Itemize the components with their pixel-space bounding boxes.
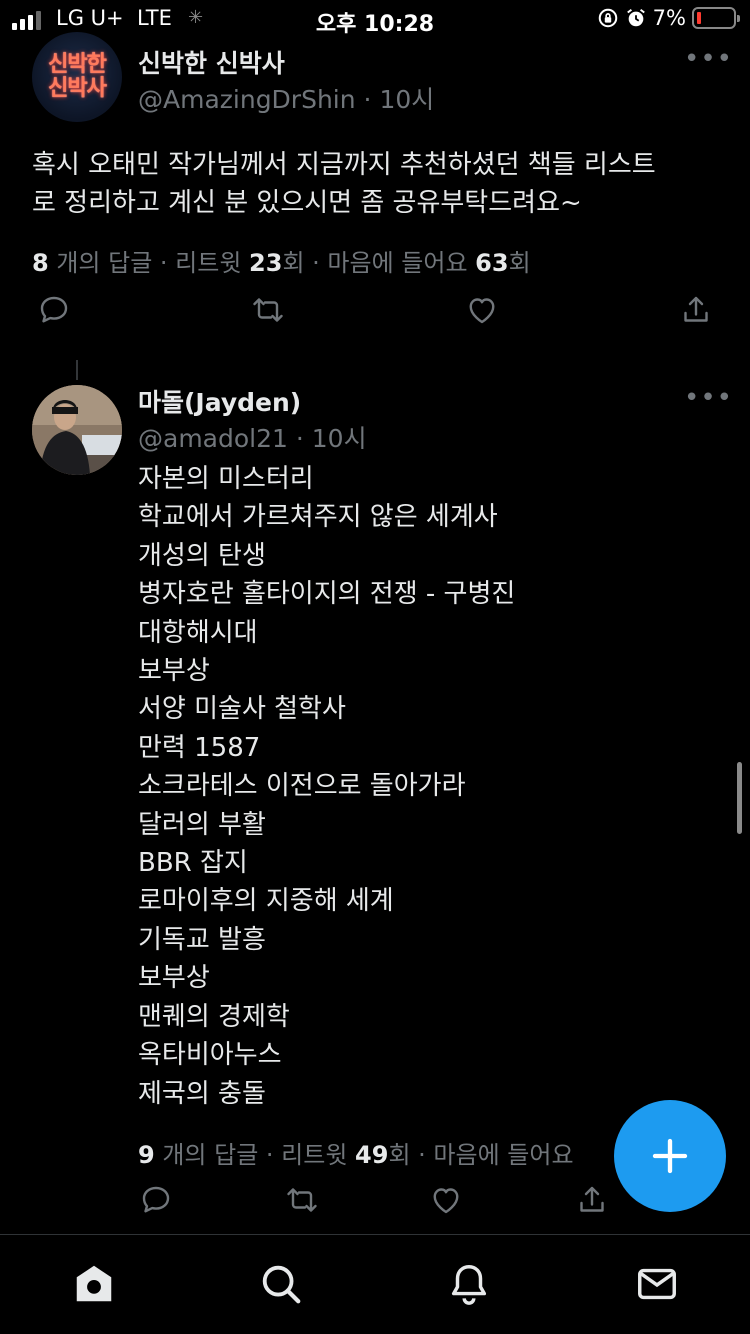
book-title: 서양 미술사 철학사 <box>138 694 346 725</box>
book-title: 학교에서 가르쳐주지 않은 세계사 <box>138 502 498 533</box>
avatar[interactable] <box>32 385 122 475</box>
battery-percent: 7% <box>652 6 686 30</box>
book-title: 병자호란 홀타이지의 전쟁 - 구병진 <box>138 579 516 610</box>
book-title: 맨퀘의 경제학 <box>138 1001 290 1032</box>
book-title: 만력 1587 <box>138 732 261 763</box>
book-title: 옥타비아누스 <box>138 1040 282 1071</box>
heart-icon[interactable] <box>464 292 500 328</box>
tweet-stats: 8 개의 답글 · 리트윗 23회 · 마음에 들어요 63회 <box>32 249 531 277</box>
replies-count[interactable]: 9 <box>138 1141 155 1169</box>
scrollbar[interactable] <box>737 762 742 834</box>
battery-icon <box>692 7 740 29</box>
tweet-author-name[interactable]: 마돌(Jayden) <box>138 383 301 419</box>
book-title: 보부상 <box>138 656 210 687</box>
book-list: 자본의 미스터리학교에서 가르쳐주지 않은 세계사개성의 탄생병자호란 홀타이지… <box>138 460 515 1113</box>
alarm-icon <box>626 8 645 27</box>
status-bar: LG U+ LTE ✳ 오후 10:28 7% <box>0 0 750 40</box>
tweet-stats: 9 개의 답글 · 리트윗 49회 · 마음에 들어요 <box>138 1141 574 1169</box>
status-right: 7% <box>597 6 740 30</box>
book-title: BBR 잡지 <box>138 848 248 879</box>
share-icon[interactable] <box>678 292 714 328</box>
tweet-author-handle[interactable]: @amadol21 · 10시 <box>138 419 367 455</box>
retweet-icon[interactable] <box>250 292 286 328</box>
avatar-logo-line: 신박사 <box>48 76 107 101</box>
heart-icon[interactable] <box>428 1182 464 1218</box>
share-icon[interactable] <box>574 1182 610 1218</box>
compose-button[interactable] <box>614 1100 726 1212</box>
tweet-time: · 10시 <box>295 424 367 453</box>
book-title: 개성의 탄생 <box>138 540 266 571</box>
more-icon[interactable]: ••• <box>684 383 733 413</box>
book-title: 기독교 발흥 <box>138 924 266 955</box>
replies-count[interactable]: 8 <box>32 249 49 277</box>
tweet-text: 혹시 오태민 작가님께서 지금까지 추천하셨던 책들 리스트 로 정리하고 계신… <box>32 150 656 218</box>
thread-connector <box>76 360 78 380</box>
book-title: 자본의 미스터리 <box>138 464 314 494</box>
tweet-author-name[interactable]: 신박한 신박사 <box>138 44 285 80</box>
plus-icon <box>652 1138 688 1174</box>
book-title: 달러의 부활 <box>138 809 266 840</box>
tweet-time: · 10시 <box>363 85 435 114</box>
retweets-count[interactable]: 23 <box>249 249 282 277</box>
tab-bar <box>0 1234 750 1334</box>
rotation-lock-icon <box>598 8 617 28</box>
book-title: 소크라테스 이전으로 돌아가라 <box>138 771 466 802</box>
reply-icon[interactable] <box>36 292 72 328</box>
home-icon[interactable] <box>71 1261 117 1307</box>
book-title: 보부상 <box>138 963 210 994</box>
search-icon[interactable] <box>258 1261 304 1307</box>
retweets-count[interactable]: 49 <box>355 1141 388 1169</box>
book-title: 로마이후의 지중해 세계 <box>138 886 394 917</box>
book-title: 제국의 충돌 <box>138 1078 266 1109</box>
book-title: 대항해시대 <box>138 617 258 648</box>
retweet-icon[interactable] <box>284 1182 320 1218</box>
reply-icon[interactable] <box>138 1182 174 1218</box>
avatar[interactable]: 신박한 신박사 <box>32 32 122 122</box>
likes-count[interactable]: 63 <box>475 249 508 277</box>
mail-icon[interactable] <box>634 1261 680 1307</box>
avatar-logo-line: 신박한 <box>48 52 107 77</box>
more-icon[interactable]: ••• <box>684 44 733 74</box>
bell-icon[interactable] <box>446 1261 492 1307</box>
tweet-author-handle[interactable]: @AmazingDrShin · 10시 <box>138 80 434 116</box>
